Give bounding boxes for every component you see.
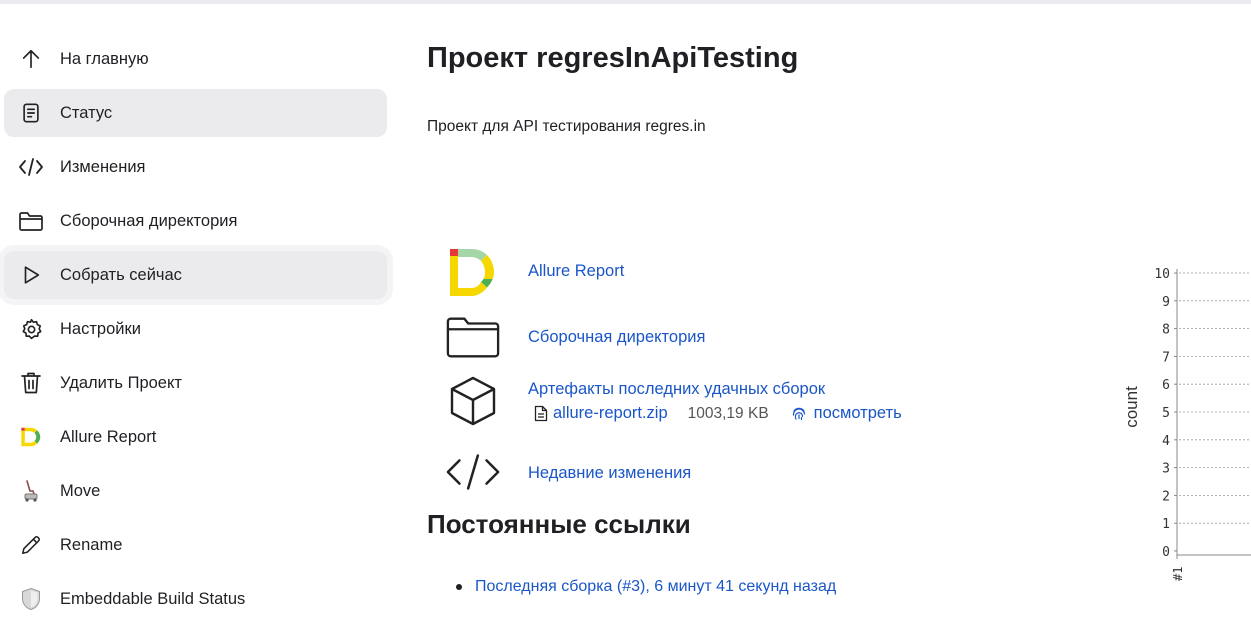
sidebar-item-label: Статус [60, 103, 113, 122]
recent-changes-link[interactable]: Недавние изменения [528, 464, 691, 483]
fingerprint-icon[interactable] [791, 406, 807, 422]
allure-logo-icon [445, 245, 501, 301]
arrow-up-icon [18, 46, 44, 72]
gear-icon [18, 316, 44, 342]
chart-y-tick-label: 2 [1162, 489, 1170, 504]
sidebar-item-label: Allure Report [60, 427, 157, 446]
sidebar-item-home[interactable]: На главную [4, 35, 387, 83]
permalinks-heading: Постоянные ссылки [427, 509, 691, 539]
folder-icon [445, 309, 501, 365]
folder-icon [18, 208, 44, 234]
sidebar-item-label: Сборочная директория [60, 211, 238, 230]
last-build-link[interactable]: Последняя сборка (#3), 6 минут 41 секунд… [475, 578, 836, 596]
sidebar-item-label: Изменения [60, 157, 146, 176]
sidebar-item-move[interactable]: Move [4, 467, 387, 515]
file-icon [534, 405, 548, 422]
trash-icon [18, 370, 44, 396]
sidebar-item-label: Настройки [60, 319, 141, 338]
chart-y-tick-label: 10 [1154, 267, 1170, 282]
chart-y-tick-label: 5 [1162, 406, 1170, 421]
chart-ylabel: count [1122, 386, 1141, 428]
package-icon [445, 373, 501, 429]
sidebar-item-changes[interactable]: Изменения [4, 143, 387, 191]
chart-y-tick-label: 8 [1162, 323, 1170, 338]
project-description: Проект для API тестирования regres.in [427, 118, 706, 135]
chart-y-tick-label: 9 [1162, 295, 1170, 310]
code-icon [445, 444, 501, 500]
bullet [456, 584, 462, 590]
sidebar-item-rename[interactable]: Rename [4, 521, 387, 569]
sidebar-item-label: Собрать сейчас [60, 265, 182, 284]
sidebar-item-workspace[interactable]: Сборочная директория [4, 197, 387, 245]
view-fingerprint-link[interactable]: посмотреть [814, 404, 902, 423]
sidebar-item-embeddable-status[interactable]: Embeddable Build Status [4, 575, 387, 623]
play-icon [18, 262, 44, 288]
top-bar [0, 0, 1251, 4]
artifacts-link[interactable]: Артефакты последних удачных сборок [528, 380, 825, 399]
sidebar-item-label: На главную [60, 49, 149, 68]
sidebar-item-label: Embeddable Build Status [60, 589, 246, 608]
chart-y-tick-label: 0 [1162, 545, 1170, 560]
chart-y-tick-label: 7 [1162, 350, 1170, 365]
chart-y-tick-label: 6 [1162, 378, 1170, 393]
page-title: Проект regresInApiTesting [427, 42, 799, 74]
sidebar-item-label: Rename [60, 535, 123, 554]
build-trend-chart: count 0 1 2 3 4 5 6 7 8 9 10 #1 [1122, 267, 1251, 581]
chart-y-tick-label: 3 [1162, 462, 1170, 477]
document-icon [18, 100, 44, 126]
sidebar-item-settings[interactable]: Настройки [4, 305, 387, 353]
sidebar-item-allure[interactable]: Allure Report [4, 413, 387, 461]
allure-report-link[interactable]: Allure Report [528, 262, 624, 281]
chart-y-tick-label: 4 [1162, 434, 1170, 449]
move-icon [18, 478, 44, 504]
pencil-icon [18, 532, 44, 558]
sidebar-item-delete[interactable]: Удалить Проект [4, 359, 387, 407]
shield-icon [18, 586, 44, 612]
list-item: Последняя сборка (#3), 6 минут 41 секунд… [456, 578, 836, 596]
sidebar-item-status[interactable]: Статус [4, 89, 387, 137]
artifact-item: allure-report.zip 1003,19 KB посмотреть [534, 404, 902, 423]
code-icon [18, 154, 44, 180]
chart-x-tick-label: #1 [1171, 567, 1185, 581]
chart-y-tick-label: 1 [1162, 517, 1170, 532]
sidebar-item-label: Удалить Проект [60, 373, 182, 392]
artifact-size: 1003,19 KB [687, 404, 769, 422]
artifact-file-link[interactable]: allure-report.zip [553, 404, 668, 423]
workspace-link[interactable]: Сборочная директория [528, 328, 705, 347]
sidebar-item-label: Move [60, 481, 101, 500]
sidebar-item-build-now[interactable]: Собрать сейчас [4, 251, 387, 299]
allure-logo-icon [18, 424, 44, 450]
